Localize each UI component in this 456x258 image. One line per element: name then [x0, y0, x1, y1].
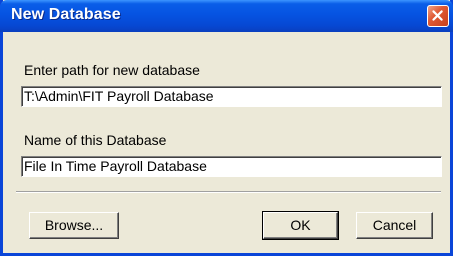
separator	[16, 191, 441, 193]
title-bar[interactable]: New Database	[0, 0, 453, 32]
path-label: Enter path for new database	[24, 62, 200, 78]
name-input[interactable]: File In Time Payroll Database	[21, 156, 442, 177]
close-button[interactable]	[427, 5, 449, 27]
dialog-title: New Database	[11, 6, 121, 23]
close-icon	[432, 10, 443, 21]
path-input[interactable]: T:\Admin\FIT Payroll Database	[21, 86, 442, 107]
browse-button[interactable]: Browse...	[29, 212, 119, 239]
name-label: Name of this Database	[24, 132, 167, 148]
new-database-dialog: New Database Enter path for new database…	[0, 0, 453, 256]
ok-button[interactable]: OK	[262, 211, 339, 240]
cancel-button[interactable]: Cancel	[356, 212, 433, 239]
